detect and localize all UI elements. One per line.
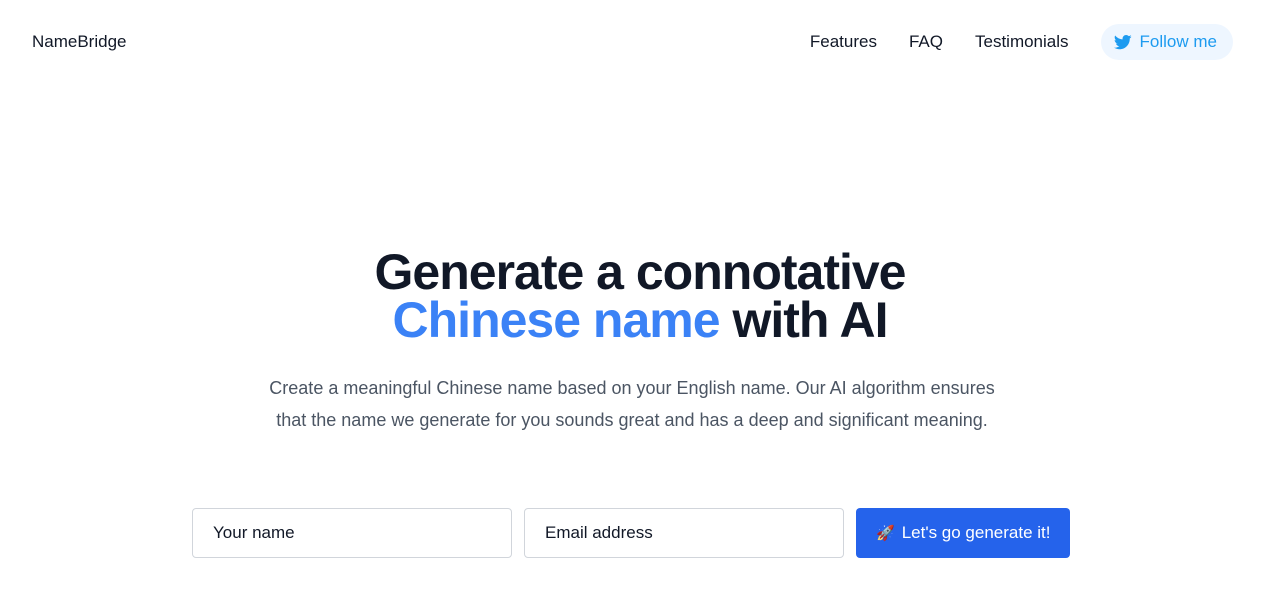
email-input[interactable] xyxy=(524,508,844,558)
generate-form: 🚀 Let's go generate it! xyxy=(192,508,1071,558)
logo[interactable]: NameBridge xyxy=(32,31,127,53)
follow-me-label: Follow me xyxy=(1139,32,1217,51)
generate-button-label: Let's go generate it! xyxy=(901,523,1051,542)
rocket-icon: 🚀 xyxy=(876,525,895,542)
headline-rest: with AI xyxy=(732,292,888,348)
nav-link-features[interactable]: Features xyxy=(810,31,877,53)
hero-headline: Generate a connotative Chinese name with… xyxy=(0,247,1280,345)
hero-section: Generate a connotative Chinese name with… xyxy=(0,247,1280,430)
main-nav: Features FAQ Testimonials Follow me xyxy=(810,24,1233,60)
twitter-icon xyxy=(1113,33,1132,51)
generate-button[interactable]: 🚀 Let's go generate it! xyxy=(856,508,1071,558)
name-input[interactable] xyxy=(192,508,512,558)
nav-link-testimonials[interactable]: Testimonials xyxy=(975,31,1069,53)
nav-link-faq[interactable]: FAQ xyxy=(909,31,943,53)
site-header: NameBridge Features FAQ Testimonials Fol… xyxy=(0,0,1280,84)
hero-description: Create a meaningful Chinese name based o… xyxy=(269,378,995,430)
follow-me-button[interactable]: Follow me xyxy=(1100,24,1233,60)
headline-accent: Chinese name xyxy=(392,292,721,348)
